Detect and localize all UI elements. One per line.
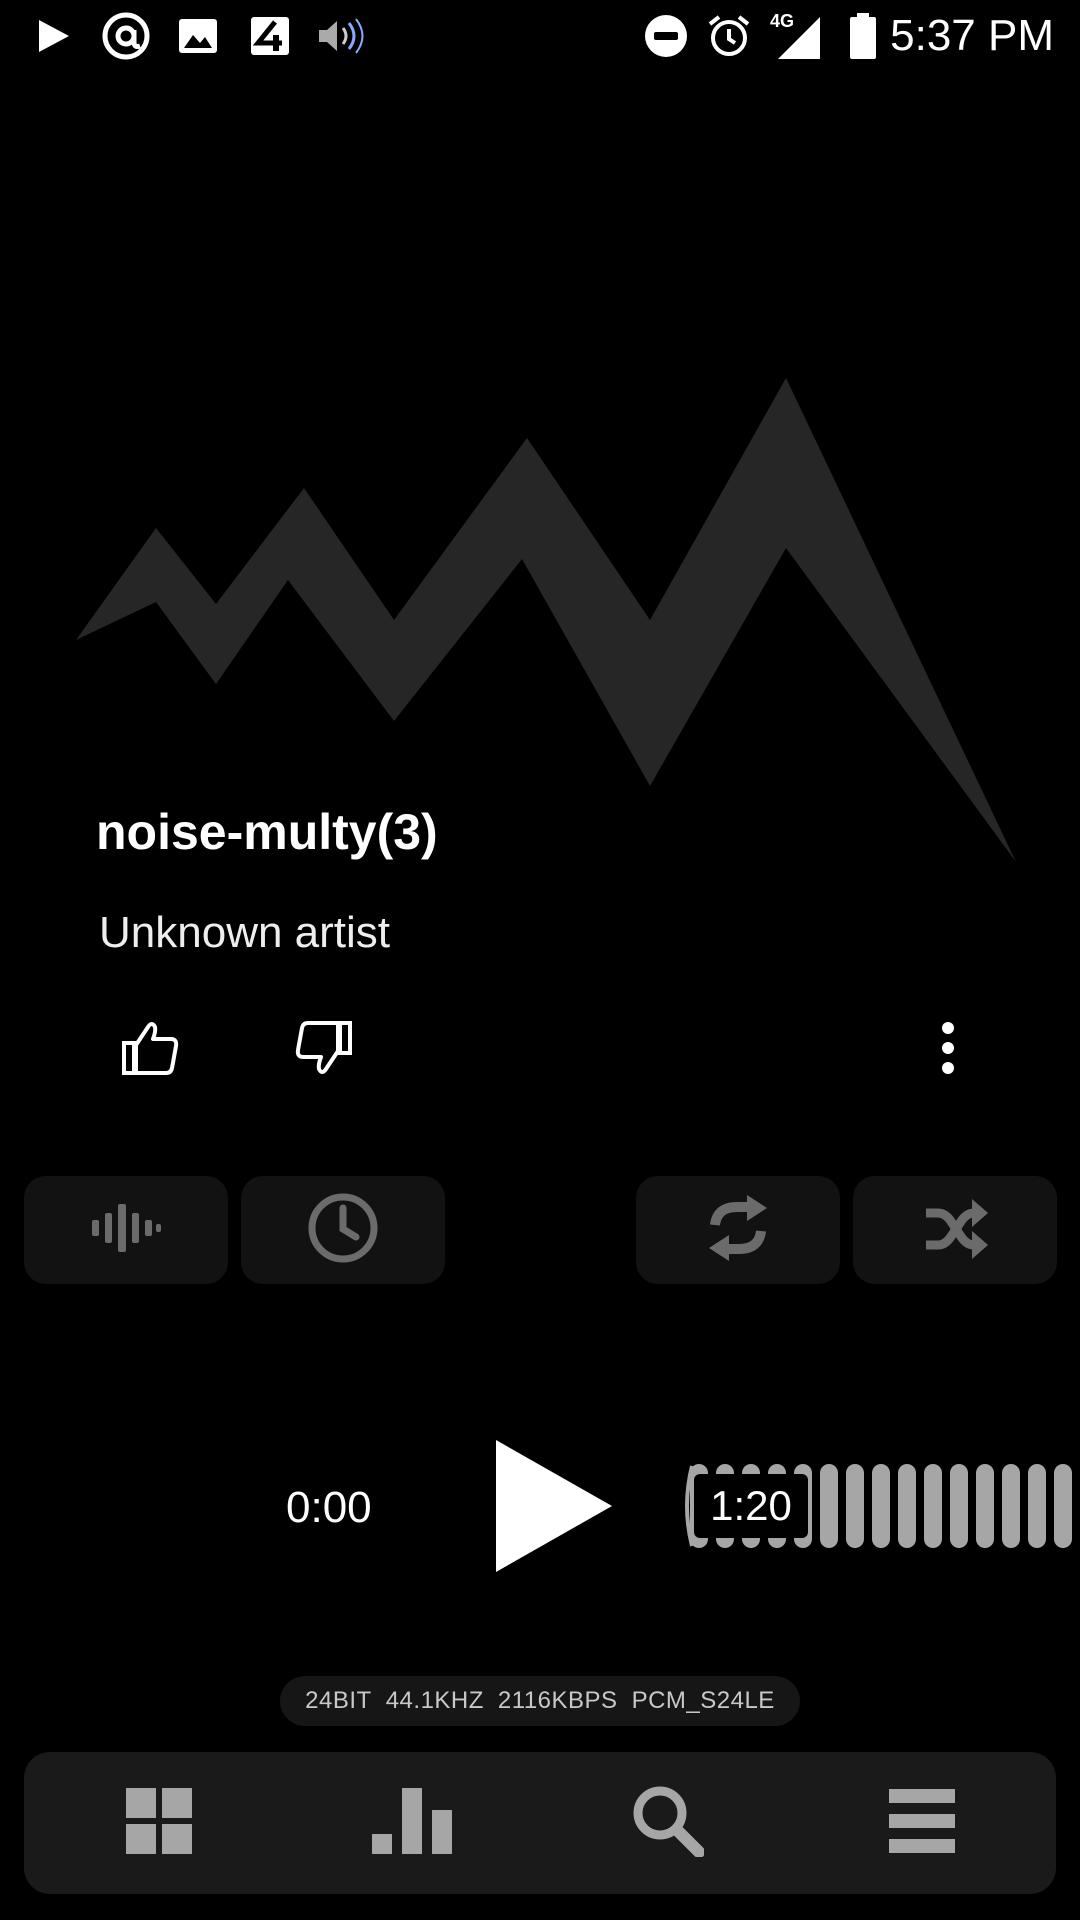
repeat-icon	[705, 1194, 771, 1266]
shuffle-button[interactable]	[853, 1176, 1057, 1284]
do-not-disturb-icon	[642, 14, 690, 58]
bitrate: 2116KBPS	[497, 1687, 618, 1714]
search-icon	[632, 1785, 705, 1862]
bottom-navigation	[24, 1752, 1056, 1894]
nav-equalizer[interactable]	[342, 1752, 482, 1894]
bit-depth: 24BIT	[305, 1687, 372, 1714]
alarm-icon	[704, 14, 754, 58]
audio-format-info: 24BIT 44.1KHZ 2116KBPS PCM_S24LE	[280, 1676, 800, 1726]
waveform-bar	[898, 1464, 916, 1548]
sleep-timer-button[interactable]	[241, 1176, 445, 1284]
bar-chart-icon	[372, 1787, 452, 1859]
shuffle-icon	[922, 1195, 988, 1266]
total-time: 1:20	[694, 1474, 808, 1538]
network-type: 4G	[770, 11, 794, 31]
battery-icon	[846, 13, 880, 59]
channel-4-icon	[248, 14, 292, 58]
track-title: noise-multy(3)	[96, 804, 438, 860]
waveform-bar	[820, 1464, 838, 1548]
waveform-bar	[872, 1464, 890, 1548]
dislike-button[interactable]	[284, 1015, 364, 1085]
play-icon	[30, 14, 76, 58]
play-button[interactable]	[494, 1438, 614, 1574]
waveform-bar	[1054, 1464, 1072, 1548]
waveform-bar	[846, 1464, 864, 1548]
grid-icon	[126, 1787, 192, 1859]
waveform-bar	[924, 1464, 942, 1548]
codec: PCM_S24LE	[631, 1687, 775, 1714]
thumbs-down-icon	[293, 1019, 355, 1082]
repeat-button[interactable]	[636, 1176, 840, 1284]
menu-icon	[889, 1788, 955, 1858]
waveform-bar	[950, 1464, 968, 1548]
signal-icon: 4G	[768, 11, 824, 59]
nav-menu[interactable]	[852, 1752, 992, 1894]
nav-search[interactable]	[598, 1752, 738, 1894]
clock-icon	[307, 1192, 379, 1269]
track-artist[interactable]: Unknown artist	[99, 905, 390, 961]
current-time: 0:00	[286, 1483, 372, 1532]
nav-library[interactable]	[89, 1752, 229, 1894]
waveform-icon	[90, 1203, 162, 1258]
more-vertical-icon	[938, 1020, 958, 1081]
like-button[interactable]	[110, 1015, 190, 1085]
status-clock: 5:37 PM	[890, 11, 1054, 60]
waveform-bar	[976, 1464, 994, 1548]
speaker-icon	[314, 14, 370, 58]
visualizer-button[interactable]	[24, 1176, 228, 1284]
status-bar: 4G 5:37 PM	[0, 0, 1080, 72]
more-options-button[interactable]	[908, 1015, 988, 1085]
image-icon	[176, 14, 220, 58]
thumbs-up-icon	[119, 1019, 181, 1082]
play-icon	[494, 1440, 614, 1578]
sample-rate: 44.1KHZ	[385, 1687, 484, 1714]
waveform-bar	[1002, 1464, 1020, 1548]
at-sign-icon	[98, 12, 154, 60]
waveform-bar	[1028, 1464, 1046, 1548]
